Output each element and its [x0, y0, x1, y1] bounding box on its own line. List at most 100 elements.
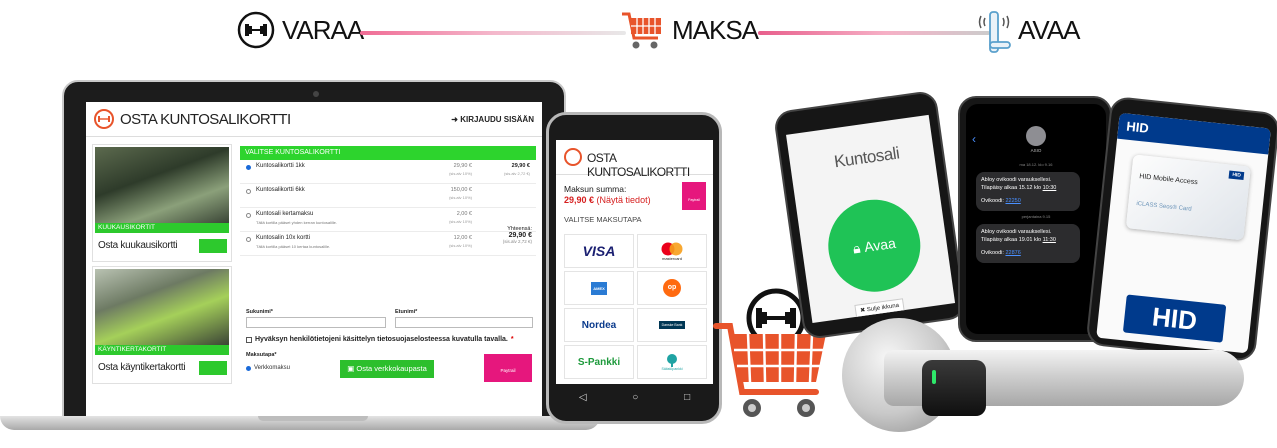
avaa-label: Avaa	[863, 234, 897, 256]
product-radio[interactable]	[246, 237, 251, 242]
close-window-link[interactable]: ✖ Sulje ikkuna	[854, 298, 905, 318]
step-varaa: VARAA	[236, 10, 364, 50]
product-name: Kuntosalikortti 6kk	[256, 187, 305, 193]
step-label: VARAA	[282, 14, 364, 45]
step-label: MAKSA	[672, 14, 759, 45]
step-avaa: AVAA	[976, 10, 1081, 53]
android-navbar: ◁ ○ □	[556, 386, 713, 408]
payment-radio[interactable]	[246, 365, 251, 371]
sms-text: Tilapäisy alkaa 15.12 klo	[981, 184, 1042, 191]
consent-row[interactable]: Hyväksyn henkilötietojeni käsittelyn tie…	[246, 336, 514, 343]
op-button[interactable]: op	[637, 271, 707, 305]
product-alv: (sis.alv 10%)	[449, 219, 472, 224]
s-pankki-button[interactable]: S-Pankki	[564, 345, 634, 379]
login-link[interactable]: ➜ KIRJAUDU SISÄÄN	[451, 115, 534, 124]
payment-option[interactable]: Verkkomaksu	[246, 365, 290, 371]
login-label: KIRJAUDU SISÄÄN	[460, 115, 534, 124]
hid-big-logo: HID	[1122, 294, 1227, 343]
door-code[interactable]: 22250	[1005, 198, 1020, 204]
card-kayntikertakortit[interactable]: KÄYNTIKERTAKORTIT Osta käyntikertakortti	[92, 266, 232, 384]
product-price: 2,00 €	[456, 211, 472, 217]
kuntosali-screen: Kuntosali 🔒︎ Avaa ✖ Sulje ikkuna	[786, 114, 956, 324]
card-band: KÄYNTIKERTAKORTIT	[95, 345, 229, 355]
product-radio[interactable]	[246, 165, 251, 170]
saastopankki-icon	[667, 354, 677, 367]
sms-bubble: Abloy ovikoodi varauksellesi. Tilapäisy …	[976, 172, 1080, 211]
card-buy-button[interactable]	[199, 239, 227, 253]
product-row[interactable]: Kuntosalin 10x kortti Tällä kortilla pääs…	[240, 232, 536, 256]
consent-text: Hyväksyn henkilötietojeni käsittelyn tie…	[255, 336, 508, 343]
shop-button[interactable]: ▣ Osta verkkokaupasta	[340, 360, 434, 378]
sms-text: Tilapäisy alkaa 19.01 klo	[981, 236, 1042, 243]
door-code[interactable]: 22876	[1005, 250, 1020, 256]
method-label: S-Pankki	[577, 356, 621, 368]
mastercard-button[interactable]: mastercard	[637, 234, 707, 268]
kuntosali-phone: Kuntosali 🔒︎ Avaa ✖ Sulje ikkuna	[772, 89, 968, 341]
shopping-cart-icon	[620, 8, 666, 52]
method-label: Säästöpankki	[661, 367, 683, 371]
status-led-icon	[932, 370, 936, 384]
product-list: Kuntosalikortti 1kk 29,90 € (sis.alv 10%) 2…	[240, 160, 536, 256]
step-maksa: MAKSA	[620, 8, 759, 52]
method-label: VALITSE MAKSUTAPA	[564, 215, 642, 224]
avaa-button[interactable]: 🔒︎ Avaa	[822, 193, 927, 298]
consent-checkbox[interactable]	[246, 336, 252, 343]
surname-input[interactable]	[246, 317, 386, 328]
sms-line: Ovikoodi: 22250	[981, 198, 1075, 206]
paytrail-logo[interactable]: Paytrail	[484, 354, 532, 382]
total-alv: (sis.alv 2,72 €)	[502, 239, 532, 244]
door-lock-reader	[922, 360, 986, 416]
product-alv: (sis.alv 10%)	[449, 171, 472, 176]
site-title: OSTA KUNTOSALIKORTTI	[120, 111, 291, 128]
paytrail-label: Paytrail	[688, 198, 700, 202]
sum-value-row: 29,90 € (Näytä tiedot)	[564, 195, 651, 205]
recents-icon[interactable]: □	[684, 392, 690, 403]
product-row[interactable]: Kuntosalikortti 1kk 29,90 € (sis.alv 10%) 2…	[240, 160, 536, 184]
product-radio[interactable]	[246, 213, 251, 218]
product-row[interactable]: Kuntosali kertamaksu Tällä kortilla pääse…	[240, 208, 536, 232]
product-name: Kuntosalin 10x kortti	[256, 235, 311, 241]
sms-line: Abloy ovikoodi varauksellesi.	[981, 229, 1052, 235]
danske-button[interactable]: Danske Bank	[637, 308, 707, 342]
product-name: Kuntosalikortti 1kk	[256, 163, 305, 169]
visa-button[interactable]: VISA	[564, 234, 634, 268]
hid-mobile-access-card[interactable]: HID HID Mobile Access iCLASS Seos® Card	[1125, 154, 1251, 241]
firstname-input[interactable]	[395, 317, 533, 328]
door-handle-icon	[976, 4, 1012, 56]
product-total: 29,90 €	[511, 163, 530, 169]
hid-app-bar: HID	[1117, 112, 1271, 155]
show-details-link[interactable]: (Näytä tiedot)	[597, 195, 651, 205]
sms-text: Ovikoodi:	[981, 197, 1004, 204]
saastopankki-button[interactable]: Säästöpankki	[637, 345, 707, 379]
dumbbell-icon	[236, 10, 276, 50]
phone-screen: OSTA KUNTOSALIKORTTI Maksun summa: 29,90…	[556, 140, 713, 384]
back-icon[interactable]: ◁	[579, 392, 587, 403]
ribbon-divider	[758, 31, 990, 35]
product-desc: Tällä kortilla pääset yhden kerran kunto…	[256, 220, 337, 225]
method-label: mastercard	[661, 255, 682, 261]
card-name: Osta kuukausikortti	[98, 240, 178, 251]
timestamp: perjantaina 9.15	[1021, 214, 1051, 219]
ribbon-divider	[360, 31, 626, 35]
nordea-button[interactable]: Nordea	[564, 308, 634, 342]
card-buy-button[interactable]	[199, 361, 227, 375]
product-price: 29,90 €	[453, 163, 472, 169]
panel-title: VALITSE KUNTOSALIKORTTI	[240, 146, 536, 160]
sms-line: Ovikoodi: 22876	[981, 250, 1075, 258]
paytrail-logo: Paytrail	[682, 182, 706, 210]
site-header: OSTA KUNTOSALIKORTTI ➜ KIRJAUDU SISÄÄN	[86, 102, 542, 137]
hid-screen: HID HID HID Mobile Access iCLASS Seos® C…	[1096, 112, 1271, 354]
home-icon[interactable]: ○	[632, 392, 638, 403]
product-row[interactable]: Kuntosalikortti 6kk 150,00 € (sis.alv 10%)	[240, 184, 536, 208]
cart-icon: ▣	[347, 364, 357, 373]
gym-photo	[95, 269, 229, 345]
product-radio[interactable]	[246, 189, 251, 194]
amex-button[interactable]: AMEX	[564, 271, 634, 305]
card-subtitle: iCLASS Seos® Card	[1136, 201, 1192, 213]
sum-value: 29,90 €	[564, 195, 595, 205]
hid-card-logo: HID	[1228, 170, 1245, 181]
lock-icon: 🔒︎	[851, 239, 862, 257]
back-icon[interactable]: ‹	[972, 132, 976, 146]
method-label: Nordea	[581, 319, 617, 331]
card-kuukausikortit[interactable]: KUUKAUSIKORTIT Osta kuukausikortti	[92, 144, 232, 262]
